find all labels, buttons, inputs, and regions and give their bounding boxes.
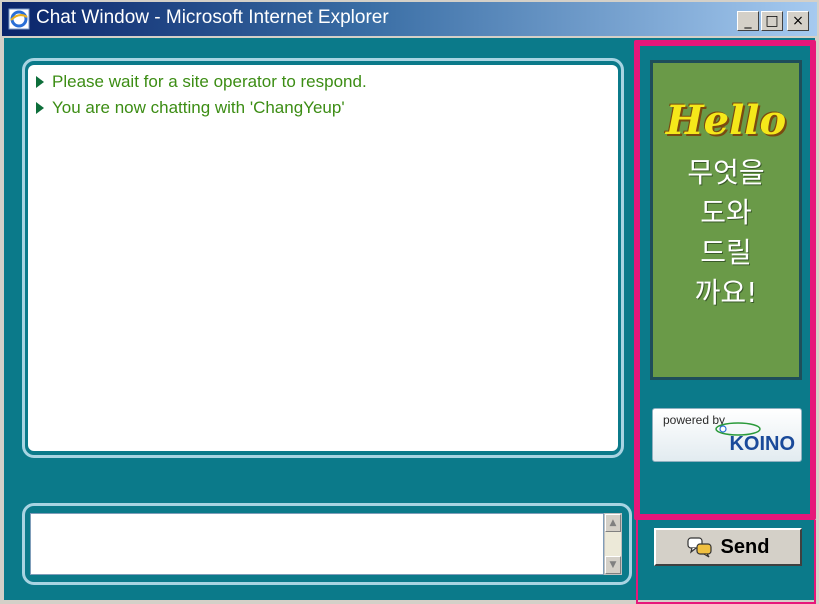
chat-transcript[interactable]: Please wait for a site operator to respo…	[28, 65, 618, 451]
close-button[interactable]: ×	[787, 11, 809, 31]
promo-line: 까요!	[694, 276, 758, 309]
chat-bubbles-icon	[686, 537, 712, 558]
promo-line: 무엇을	[687, 156, 765, 189]
maximize-button[interactable]: □	[761, 11, 783, 31]
send-button-label: Send	[720, 535, 770, 558]
input-scrollbar[interactable]: ▲ ▼	[604, 513, 622, 575]
message-arrow-icon	[36, 76, 44, 88]
scroll-down-icon[interactable]: ▼	[605, 556, 621, 574]
promo-line: 도와	[700, 196, 752, 229]
chat-message-text: You are now chatting with 'ChangYeup'	[52, 98, 345, 117]
internet-explorer-icon	[8, 8, 30, 30]
window-title: Chat Window - Microsoft Internet Explore…	[36, 7, 389, 28]
chat-window: Chat Window - Microsoft Internet Explore…	[0, 0, 819, 604]
chat-message-text: Please wait for a site operator to respo…	[52, 72, 367, 91]
powered-by-koino-logo[interactable]: powered by KOINO	[652, 408, 802, 462]
send-button[interactable]: Send	[654, 528, 802, 566]
chat-message: You are now chatting with 'ChangYeup'	[28, 95, 618, 121]
title-bar[interactable]: Chat Window - Microsoft Internet Explore…	[2, 2, 817, 36]
promo-hello-text: Hello	[665, 97, 787, 144]
scroll-up-icon[interactable]: ▲	[605, 514, 621, 532]
message-arrow-icon	[36, 102, 44, 114]
promo-line: 드릴	[700, 236, 752, 269]
minimize-button[interactable]: _	[737, 11, 759, 31]
hello-promo-banner: Hello 무엇을 도와 드릴 까요!	[650, 60, 802, 380]
message-input[interactable]	[30, 513, 604, 575]
koino-brand: KOINO	[729, 433, 795, 455]
chat-message: Please wait for a site operator to respo…	[28, 69, 618, 95]
